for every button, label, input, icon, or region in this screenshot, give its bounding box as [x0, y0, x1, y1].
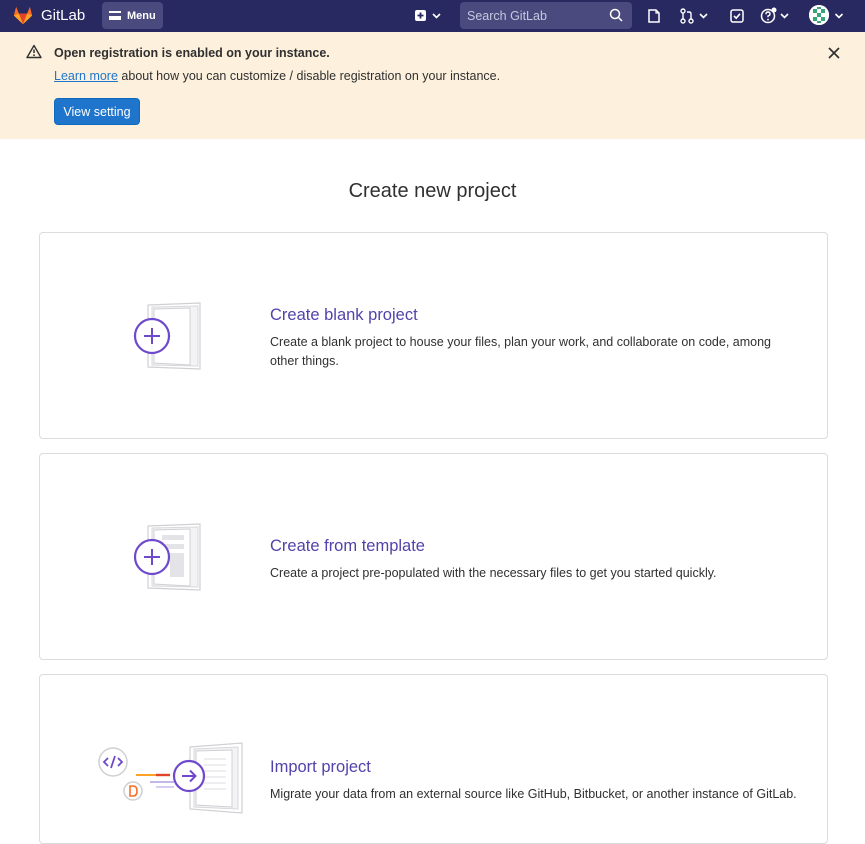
banner-text: Learn more about how you can customize /…	[54, 69, 500, 83]
learn-more-link[interactable]: Learn more	[54, 69, 118, 83]
banner-title: Open registration is enabled on your ins…	[54, 46, 330, 60]
import-project-card[interactable]: Import project Migrate your data from an…	[39, 674, 828, 844]
issues-icon	[648, 9, 660, 23]
view-setting-button[interactable]: View setting	[54, 98, 140, 125]
blank-project-illustration-icon	[133, 302, 201, 370]
banner-text-rest: about how you can customize / disable re…	[117, 69, 501, 83]
top-navbar: GitLab Menu	[0, 0, 865, 32]
search-box[interactable]	[460, 2, 632, 29]
search-icon	[609, 8, 623, 22]
card-title-blank[interactable]: Create blank project	[270, 306, 418, 325]
user-avatar[interactable]	[809, 5, 829, 25]
menu-button[interactable]: Menu	[102, 2, 163, 29]
avatar-chevron-down-icon[interactable]	[834, 11, 844, 21]
merge-requests-button[interactable]	[679, 7, 711, 25]
card-desc-template: Create a project pre-populated with the …	[270, 566, 717, 580]
create-blank-project-card[interactable]: Create blank project Create a blank proj…	[39, 232, 828, 439]
gitlab-logo-icon[interactable]	[12, 4, 34, 26]
import-project-illustration-icon	[98, 742, 243, 814]
avatar-identicon-icon	[809, 5, 829, 25]
create-from-template-card[interactable]: Create from template Create a project pr…	[39, 453, 828, 660]
card-desc-blank: Create a blank project to house your fil…	[270, 335, 771, 368]
registration-warning-banner: Open registration is enabled on your ins…	[0, 32, 865, 139]
card-desc-import: Migrate your data from an external sourc…	[270, 787, 797, 801]
warning-icon	[26, 44, 42, 59]
search-input[interactable]	[467, 8, 607, 23]
hamburger-icon	[109, 11, 121, 20]
page-title: Create new project	[348, 180, 517, 202]
help-button[interactable]	[759, 6, 791, 26]
new-dropdown-button[interactable]	[412, 8, 444, 24]
card-title-template[interactable]: Create from template	[270, 537, 425, 556]
plus-square-icon	[415, 10, 441, 21]
todos-button[interactable]	[728, 7, 746, 25]
close-icon[interactable]	[827, 46, 841, 60]
help-question-icon	[760, 7, 789, 24]
menu-button-label: Menu	[127, 9, 156, 22]
todo-checkbox-icon	[730, 9, 744, 23]
issues-button[interactable]	[645, 7, 663, 25]
card-title-import[interactable]: Import project	[270, 758, 371, 777]
brand-name[interactable]: GitLab	[41, 7, 85, 24]
merge-request-icon	[680, 8, 708, 24]
template-project-illustration-icon	[133, 523, 201, 591]
